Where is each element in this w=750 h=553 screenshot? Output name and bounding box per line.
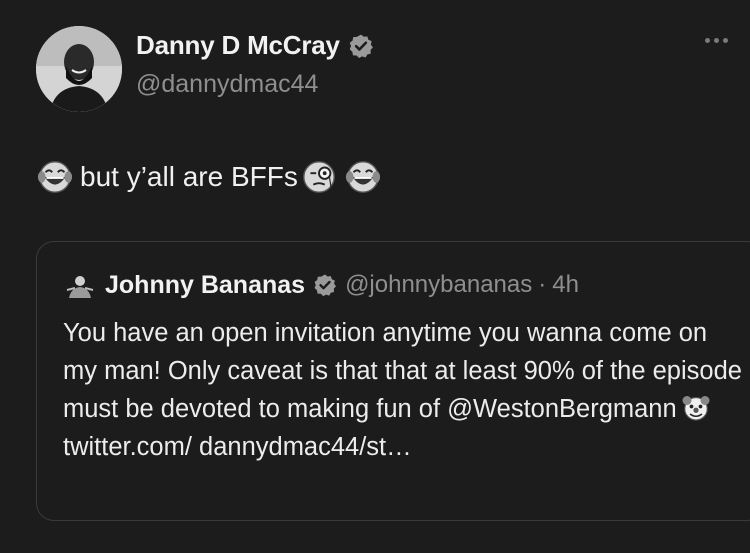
quoted-tweet-header: Johnny Bananas @johnnybananas · 4h <box>63 268 579 302</box>
author-name-row: Danny D McCray <box>136 30 374 61</box>
quoted-avatar-image <box>63 268 97 302</box>
quoted-handle[interactable]: @johnnybananas <box>345 271 532 299</box>
monocle-face-emoji <box>302 161 335 193</box>
verified-badge-icon <box>314 274 337 297</box>
quoted-body-text: You have an open invitation anytime you … <box>63 319 742 423</box>
tweet-text-content: but y’all are BFFs <box>80 161 298 192</box>
quoted-timestamp[interactable]: 4h <box>552 271 579 299</box>
more-dot <box>723 38 728 43</box>
clown-face-emoji <box>682 396 710 421</box>
author-handle[interactable]: @dannydmac44 <box>136 70 318 99</box>
author-display-name[interactable]: Danny D McCray <box>136 30 340 61</box>
joy-emoji <box>345 161 380 193</box>
author-avatar-image <box>36 26 122 112</box>
quoted-tweet-body: You have an open invitation anytime you … <box>63 314 744 466</box>
quoted-tweet-card[interactable]: Johnny Bananas @johnnybananas · 4h You h… <box>36 241 750 521</box>
joy-emoji <box>37 161 73 193</box>
verified-badge-icon <box>349 34 373 58</box>
tweet-text: but y’all are BFFs <box>36 158 382 196</box>
more-options-icon[interactable] <box>705 38 728 43</box>
quoted-link[interactable]: twitter.com/ dannydmac44/st… <box>63 433 412 461</box>
more-dot <box>705 38 710 43</box>
author-avatar[interactable] <box>36 26 122 112</box>
separator-dot: · <box>538 271 547 298</box>
quoted-display-name[interactable]: Johnny Bananas <box>105 271 305 300</box>
quoted-author-avatar[interactable] <box>63 268 97 302</box>
more-dot <box>714 38 719 43</box>
